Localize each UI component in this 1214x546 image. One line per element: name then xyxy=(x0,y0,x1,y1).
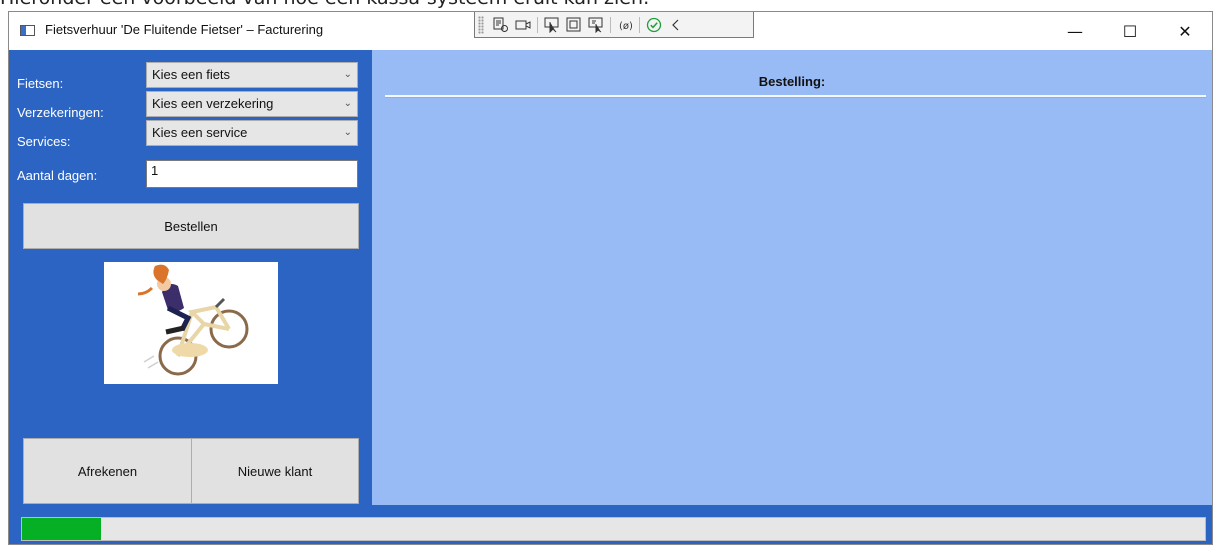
progress-bar xyxy=(21,517,1206,541)
order-button[interactable]: Bestellen xyxy=(23,203,359,249)
svg-text:(ø): (ø) xyxy=(619,21,633,32)
days-input[interactable]: 1 xyxy=(146,160,358,188)
services-combobox-value: Kies een service xyxy=(152,125,248,140)
document-caption: Hieronder een voorbeeld van hoe een kass… xyxy=(0,0,1214,9)
window-title: Fietsverhuur 'De Fluitende Fietser' – Fa… xyxy=(45,22,324,37)
binding-icon[interactable]: (ø) xyxy=(614,15,636,35)
insurances-combobox-value: Kies een verzekering xyxy=(152,96,274,111)
select-pointer-icon[interactable] xyxy=(541,15,563,35)
check-icon[interactable] xyxy=(643,15,665,35)
bikes-combobox[interactable]: Kies een fiets ⌄ xyxy=(146,62,358,88)
minimize-button[interactable]: — xyxy=(1052,12,1098,50)
chevron-down-icon: ⌄ xyxy=(343,69,352,80)
order-panel: Bestelling: xyxy=(372,50,1212,505)
layout-adorner-icon[interactable] xyxy=(563,15,585,35)
days-label: Aantal dagen: xyxy=(17,168,98,183)
services-label: Services: xyxy=(17,134,71,149)
checkout-button[interactable]: Afrekenen xyxy=(23,438,192,504)
order-form-panel: Fietsen: Kies een fiets ⌄ Verzekeringen:… xyxy=(9,50,371,505)
bikes-label: Fietsen: xyxy=(17,76,64,91)
order-divider xyxy=(385,95,1206,98)
chevron-down-icon: ⌄ xyxy=(343,98,352,109)
toolbar-grip-icon[interactable] xyxy=(478,15,484,34)
order-title: Bestelling: xyxy=(758,74,826,89)
maximize-button[interactable]: ☐ xyxy=(1107,12,1153,50)
toolbar-separator xyxy=(537,16,538,33)
bikes-combobox-value: Kies een fiets xyxy=(152,67,231,82)
toolbar-separator xyxy=(610,16,611,33)
title-bar[interactable]: Fietsverhuur 'De Fluitende Fietser' – Fa… xyxy=(9,12,1212,50)
toolbar-separator xyxy=(639,16,640,33)
progress-bar-fill xyxy=(22,518,102,540)
live-preview-icon[interactable] xyxy=(585,15,607,35)
collapse-icon[interactable] xyxy=(665,15,687,35)
new-customer-button[interactable]: Nieuwe klant xyxy=(191,438,359,504)
select-element-icon[interactable] xyxy=(490,15,512,35)
services-combobox[interactable]: Kies een service ⌄ xyxy=(146,120,358,146)
debug-toolbar: (ø) xyxy=(474,12,754,38)
cyclist-image xyxy=(104,262,278,384)
insurances-label: Verzekeringen: xyxy=(17,105,104,120)
close-button[interactable]: ✕ xyxy=(1162,12,1208,50)
app-window: Fietsverhuur 'De Fluitende Fietser' – Fa… xyxy=(8,11,1213,545)
chevron-down-icon: ⌄ xyxy=(343,127,352,138)
app-icon xyxy=(20,25,35,36)
insurances-combobox[interactable]: Kies een verzekering ⌄ xyxy=(146,91,358,117)
track-focus-icon[interactable] xyxy=(512,15,534,35)
